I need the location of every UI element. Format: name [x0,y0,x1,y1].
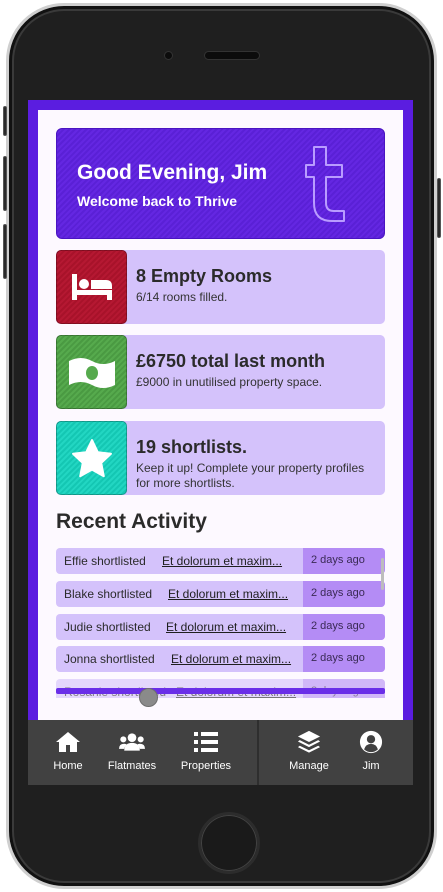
activity-property-link[interactable]: Et dolorum et maxim... [162,554,294,568]
tab-profile[interactable]: Jim [336,730,406,780]
activity-time: 2 days ago [303,581,385,607]
activity-user: Blake shortlisted [64,587,153,601]
recent-activity-heading: Recent Activity [56,510,207,533]
stat-subtitle: 6/14 rooms filled. [136,290,228,304]
stat-title: 19 shortlists. [136,437,248,457]
front-camera [164,51,173,60]
list-scroll-edge [56,688,385,694]
activity-user: Judie shortlisted [64,620,151,634]
activity-property-link[interactable]: Et dolorum et maxim... [171,652,303,666]
activity-row[interactable]: Jonna shortlisted Et dolorum et maxim...… [56,646,385,672]
tab-manage[interactable]: Manage [274,730,344,780]
dashboard-content: Good Evening, Jim Welcome back to Thrive… [38,110,403,720]
app-screen: Good Evening, Jim Welcome back to Thrive… [28,100,413,785]
stat-title: £6750 total last month [136,351,326,371]
tab-profile-label: Jim [362,760,380,772]
stat-card-empty-rooms[interactable]: 8 Empty Rooms 6/14 rooms filled. [56,250,385,324]
tab-home[interactable]: Home [33,730,103,780]
welcome-subtitle: Welcome back to Thrive [77,193,238,209]
tab-home-label: Home [53,760,83,772]
thrive-t-logo-icon [305,146,345,222]
volume-up-button [3,156,7,211]
activity-property-link[interactable]: Et dolorum et maxim... [168,587,300,601]
home-hardware-button[interactable] [198,812,260,874]
list-scrollbar[interactable] [381,558,384,590]
users-icon [119,733,145,751]
list-icon [194,732,218,752]
money-bill-icon [56,335,127,409]
activity-user: Jonna shortlisted [64,652,155,666]
stat-card-revenue[interactable]: £6750 total last month £9000 in unutilis… [56,335,385,409]
stat-title: 8 Empty Rooms [136,266,273,286]
volume-down-button [3,224,7,279]
user-circle-icon [359,730,383,754]
activity-row[interactable]: Effie shortlisted Et dolorum et maxim...… [56,548,385,574]
activity-time: 2 days ago [303,548,385,574]
home-icon [56,732,80,752]
layers-icon [297,730,321,753]
activity-row[interactable]: Judie shortlisted Et dolorum et maxim...… [56,614,385,640]
welcome-banner: Good Evening, Jim Welcome back to Thrive [56,128,385,239]
tab-divider [257,720,259,785]
activity-property-link[interactable]: Et dolorum et maxim... [166,620,298,634]
stat-card-shortlists[interactable]: 19 shortlists. Keep it up! Complete your… [56,421,385,495]
stat-subtitle: Keep it up! Complete your property profi… [136,461,365,490]
greeting-heading: Good Evening, Jim [77,161,268,184]
recent-activity-list[interactable]: Effie shortlisted Et dolorum et maxim...… [56,548,385,698]
earpiece-speaker [204,51,260,60]
tab-properties-label: Properties [180,760,232,772]
tab-properties[interactable]: Properties [171,730,241,780]
activity-row[interactable]: Blake shortlisted Et dolorum et maxim...… [56,581,385,607]
bottom-tab-bar: Home Flatmates Properties Manage Jim [28,720,413,785]
tab-flatmates[interactable]: Flatmates [97,730,167,780]
activity-time: 2 days ago [303,614,385,640]
star-icon [56,421,127,495]
activity-time: 2 days ago [303,646,385,672]
activity-user: Effie shortlisted [64,554,146,568]
tab-flatmates-label: Flatmates [107,760,157,772]
touch-indicator [139,688,158,707]
power-button [437,178,441,238]
stat-subtitle: £9000 in unutilised property space. [136,375,323,389]
mute-switch [3,106,7,136]
tab-manage-label: Manage [289,760,329,772]
bed-icon [56,250,127,324]
